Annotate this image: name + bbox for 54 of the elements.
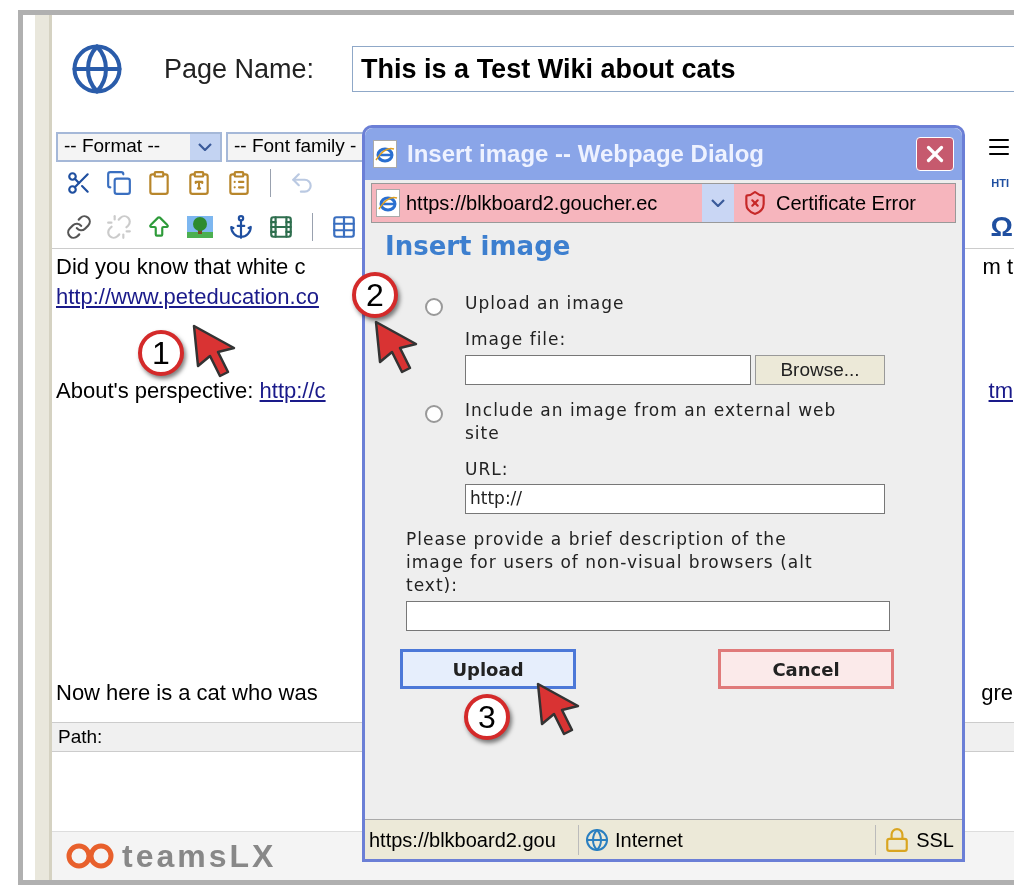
page-name-label: Page Name: xyxy=(164,53,315,86)
link[interactable]: http://c xyxy=(259,377,326,406)
radio-button[interactable] xyxy=(425,404,443,423)
cancel-button[interactable]: Cancel xyxy=(718,649,894,689)
address-url: https://blkboard2.goucher.ec xyxy=(406,191,658,216)
radio-button[interactable] xyxy=(425,298,443,316)
close-button[interactable] xyxy=(916,137,954,171)
option-label: Include an image from an external web site xyxy=(465,398,838,445)
dropdown-select[interactable]: -- Format -- xyxy=(56,131,222,162)
copy-icon[interactable] xyxy=(106,170,132,197)
alt-text-instructions: Please provide a brief description of the image for users of non-visual browsers (alt text): xyxy=(406,528,814,597)
status-url: https://blkboard2.gou xyxy=(365,824,579,855)
globe-icon xyxy=(585,827,609,852)
special-char-tool[interactable]: Ω xyxy=(990,205,1013,248)
film-icon[interactable] xyxy=(268,213,294,240)
field-label: URL: xyxy=(465,457,510,481)
link-icon[interactable] xyxy=(66,213,92,240)
paste-word-icon[interactable] xyxy=(226,170,252,197)
text-field[interactable] xyxy=(465,354,751,385)
tree-picture-icon[interactable] xyxy=(186,214,214,239)
upload-arrow-icon[interactable] xyxy=(146,213,172,240)
html-tool-label[interactable]: HTI xyxy=(991,175,1009,192)
field-label: Image file: xyxy=(465,328,568,351)
lock-icon xyxy=(884,826,911,853)
body-text: Now here is a cat who was xyxy=(56,679,318,708)
browser-icon xyxy=(376,189,400,217)
alt-text-field[interactable] xyxy=(406,601,890,631)
zone-label: Internet xyxy=(615,827,683,853)
upload-button[interactable]: Upload xyxy=(400,649,576,689)
globe-icon xyxy=(70,42,124,97)
link[interactable]: http://www.peteducation.co xyxy=(56,283,319,312)
logo-text: teamsLX xyxy=(122,837,277,876)
paste-text-icon[interactable] xyxy=(186,170,212,197)
option-label: Upload an image xyxy=(465,292,626,315)
address-bar[interactable]: https://blkboard2.goucher.ec xyxy=(372,184,702,222)
page-name-field[interactable]: This is a Test Wiki about cats xyxy=(352,46,1014,93)
body-text: m t xyxy=(982,253,1013,282)
text-field[interactable]: http:// xyxy=(465,484,885,514)
scissors-icon[interactable] xyxy=(66,170,92,197)
shield-error-icon xyxy=(742,190,768,216)
dialog-title: Insert image -- Webpage Dialog xyxy=(407,139,765,169)
path-label: Path: xyxy=(58,724,103,749)
body-text: About's perspective: xyxy=(56,377,255,406)
body-text: Did you know that white c xyxy=(56,253,306,282)
certificate-error-link[interactable]: Certificate Error xyxy=(776,188,917,218)
paste-icon[interactable] xyxy=(146,170,172,197)
table-icon[interactable] xyxy=(331,213,357,240)
link[interactable]: tm xyxy=(988,377,1013,406)
dialog-heading: Insert image xyxy=(385,230,572,263)
security-label: SSL xyxy=(916,827,954,853)
anchor-icon[interactable] xyxy=(228,213,254,240)
browser-icon xyxy=(373,140,397,168)
body-text: gre xyxy=(981,679,1013,708)
browse-button[interactable]: Browse... xyxy=(755,354,885,385)
